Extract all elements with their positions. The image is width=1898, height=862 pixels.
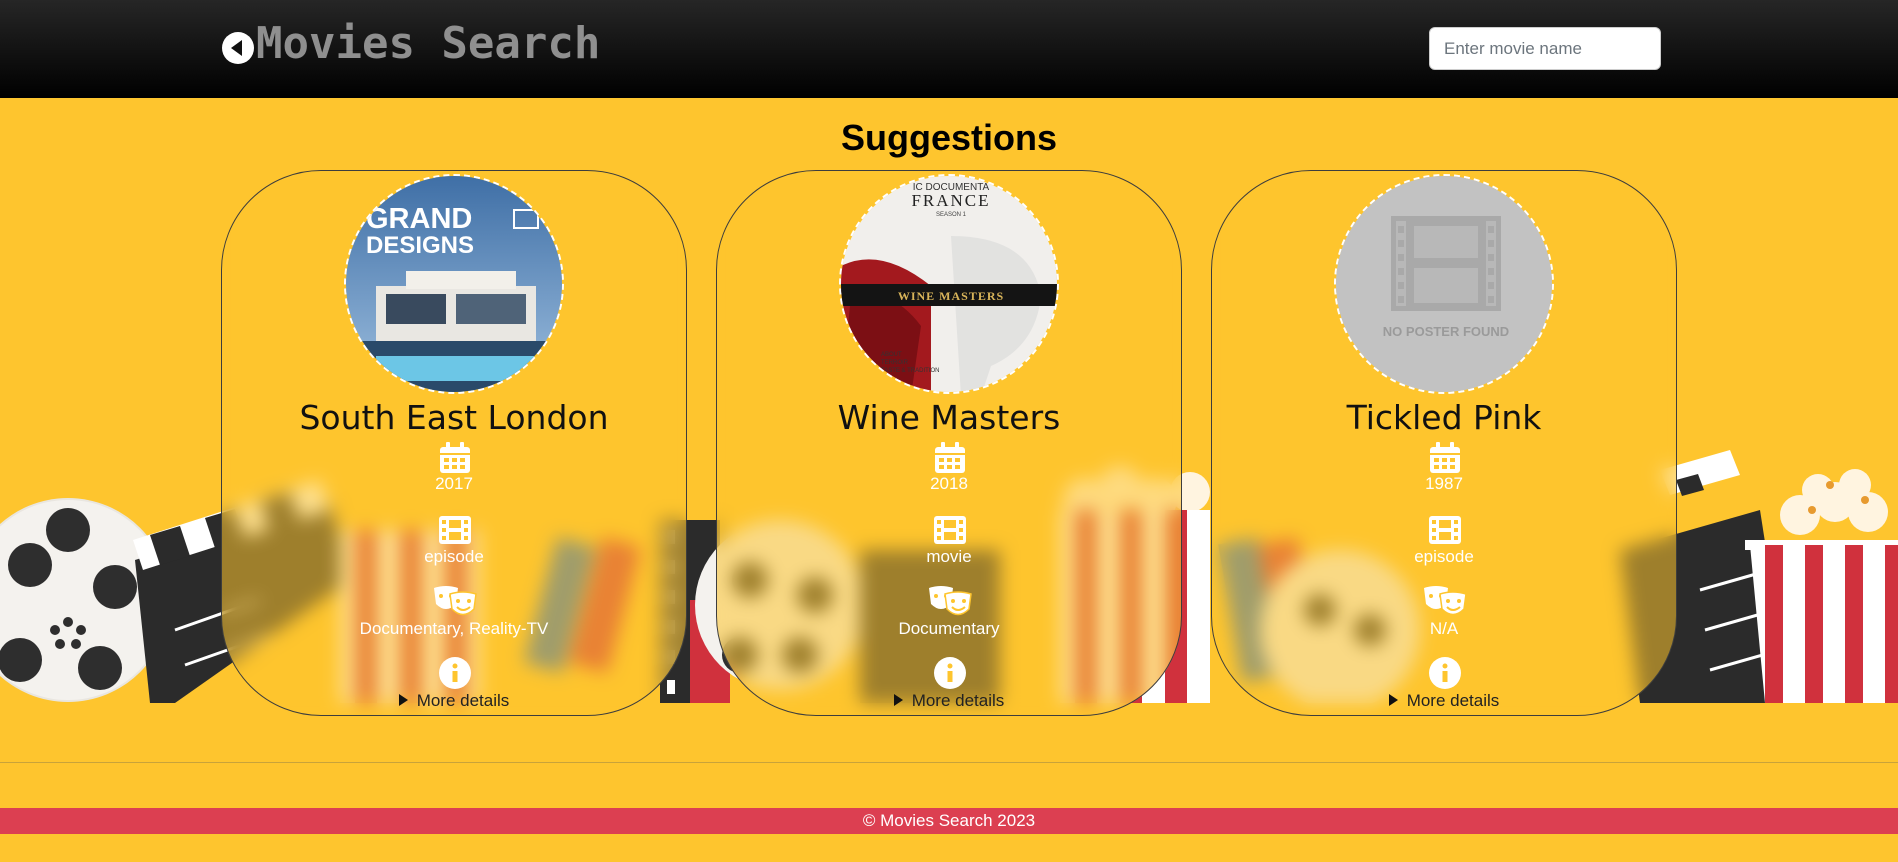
svg-text:GRAND: GRAND [366,203,472,235]
calendar-icon [935,442,965,473]
theater-masks-icon [1424,586,1467,616]
caret-right-icon [398,694,408,706]
svg-text:SEASON 1: SEASON 1 [936,212,967,218]
movie-card: IC DOCUMENTA FRANCE SEASON 1 WINE MASTER… [716,170,1182,716]
footer-divider [0,762,1898,763]
movie-type: movie [926,547,972,566]
info-circle-icon [1429,657,1461,689]
more-details-label: More details [911,691,1005,710]
movie-title: Tickled Pink [1346,398,1542,437]
movie-title: South East London [299,398,609,437]
svg-text:WINE MASTERS: WINE MASTERS [898,289,1004,303]
movie-genre: Documentary [898,619,1000,638]
brand: Movies Search [222,18,600,69]
movie-genre: N/A [1429,619,1459,638]
brand-title[interactable]: Movies Search [256,18,600,69]
movie-search-input[interactable] [1429,27,1661,70]
movie-type: episode [424,547,484,566]
top-navbar: Movies Search [0,0,1898,98]
theater-masks-icon [434,586,477,616]
back-arrow-icon[interactable] [222,32,254,64]
caret-right-icon [893,694,903,706]
more-details-toggle[interactable]: More details [717,691,1181,711]
theater-masks-icon [929,586,972,616]
calendar-icon [1430,442,1460,473]
movie-poster: GRAND DESIGNS [344,174,564,394]
more-details-toggle[interactable]: More details [1212,691,1676,711]
movie-genre: Documentary, Reality-TV [359,619,549,638]
svg-text:TERROIR: TERROIR [881,360,909,366]
movie-year: 1987 [1425,474,1463,493]
info-circle-icon [439,657,471,689]
movie-year: 2018 [930,474,968,493]
svg-text:DESIGNS: DESIGNS [366,232,474,259]
copyright-text: © Movies Search 2023 [862,811,1036,830]
svg-text:NO POSTER FOUND: NO POSTER FOUND [1383,324,1509,339]
film-icon [439,516,471,544]
movie-poster: IC DOCUMENTA FRANCE SEASON 1 WINE MASTER… [839,174,1059,394]
movie-poster: NO POSTER FOUND [1334,174,1554,394]
movie-card: NO POSTER FOUND Tickled Pink 1987 episod… [1211,170,1677,716]
caret-right-icon [1388,694,1398,706]
film-icon [934,516,966,544]
info-circle-icon [934,657,966,689]
popcorn-icon [1745,469,1898,703]
more-details-label: More details [1406,691,1500,710]
svg-text:TASTE & TRADITION: TASTE & TRADITION [881,368,939,374]
movie-year: 2017 [435,474,473,493]
movie-card: GRAND DESIGNS South East London 2017 epi… [221,170,687,716]
footer: © Movies Search 2023 [0,808,1898,834]
svg-text:ABOUT: ABOUT [881,352,902,358]
more-details-label: More details [416,691,510,710]
calendar-icon [440,442,470,473]
film-icon [1429,516,1461,544]
suggestions-heading: Suggestions [840,117,1058,158]
more-details-toggle[interactable]: More details [222,691,686,711]
movie-type: episode [1414,547,1474,566]
movie-title: Wine Masters [837,398,1061,437]
svg-text:FRANCE: FRANCE [911,191,990,210]
